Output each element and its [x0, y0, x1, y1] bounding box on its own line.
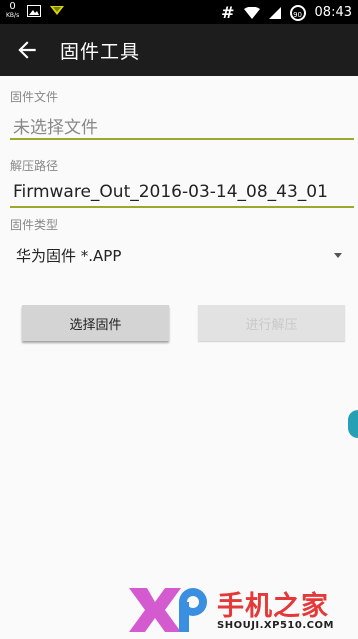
status-bar: 0 KB/s # 90 08:43 [0, 0, 358, 24]
signal-icon [268, 6, 281, 19]
clock: 08:43 [314, 5, 352, 20]
app-bar: 固件工具 [0, 24, 358, 76]
extract-path-label: 解压路径 [10, 159, 59, 173]
hashtag-icon: # [221, 3, 235, 22]
net-speed-unit: KB/s [6, 12, 20, 19]
image-notification-icon [27, 5, 42, 17]
firmware-type-selected: 华为固件 *.APP [16, 247, 122, 265]
firmware-type-label: 固件类型 [10, 218, 59, 232]
extract-button[interactable]: 进行解压 [198, 305, 345, 341]
back-arrow-icon[interactable] [14, 37, 40, 63]
page-title: 固件工具 [60, 41, 141, 63]
watermark-url: SHOUJI.XP510.COM [217, 620, 334, 631]
net-speed-value: 0 [9, 1, 16, 12]
firmware-file-placeholder: 未选择文件 [13, 118, 98, 138]
wifi-icon [243, 6, 260, 19]
firmware-file-label: 固件文件 [10, 90, 59, 104]
extract-path-field[interactable]: Firmware_Out_2016-03-14_08_43_01 [10, 181, 354, 208]
watermark: 手机之家 SHOUJI.XP510.COM [125, 582, 355, 636]
floating-assistant-icon[interactable] [348, 410, 358, 438]
firmware-file-field[interactable]: 未选择文件 [10, 112, 354, 140]
battery-icon: 90 [289, 4, 306, 21]
firmware-type-dropdown[interactable]: 华为固件 *.APP [10, 243, 348, 267]
extract-path-value: Firmware_Out_2016-03-14_08_43_01 [13, 182, 328, 202]
download-notification-icon [50, 6, 65, 15]
net-speed: 0 KB/s [6, 2, 19, 20]
xp-logo-icon [129, 588, 207, 632]
chevron-down-icon [334, 253, 342, 258]
select-firmware-button[interactable]: 选择固件 [22, 305, 169, 341]
watermark-brand: 手机之家 [217, 591, 329, 622]
